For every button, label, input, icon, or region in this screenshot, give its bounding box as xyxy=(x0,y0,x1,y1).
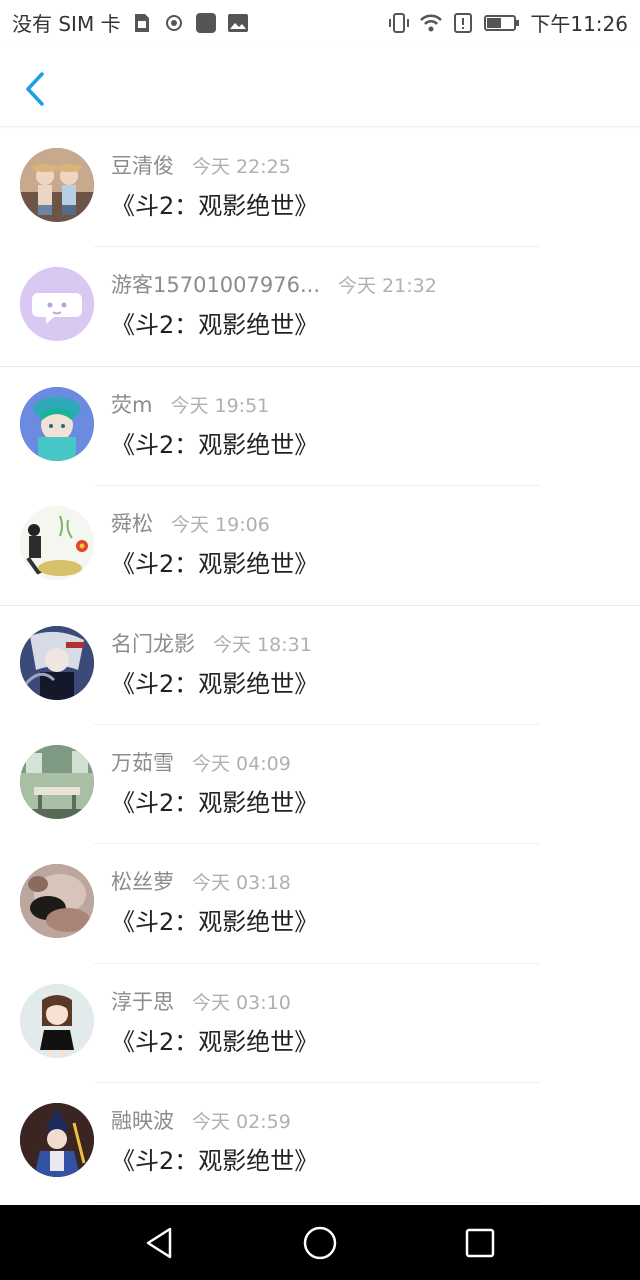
vibrate-icon xyxy=(389,12,410,33)
name-row: 舜松 今天 19:06 xyxy=(111,508,270,538)
timestamp: 今天 19:51 xyxy=(170,394,270,417)
list-item[interactable]: 舜松 今天 19:06 《斗2：观影绝世》 xyxy=(0,486,640,606)
recents-square-icon xyxy=(465,1228,495,1258)
avatar-photo-kids xyxy=(20,148,94,222)
item-title: 《斗2：观影绝世》 xyxy=(111,669,319,698)
name-row: 融映波 今天 02:59 xyxy=(111,1105,291,1135)
list-item[interactable]: 游客15701007976... 今天 21:32 《斗2：观影绝世》 xyxy=(0,247,640,367)
avatar[interactable] xyxy=(20,864,94,939)
chevron-left-icon xyxy=(26,72,44,106)
name-row: 豆清俊 今天 22:25 xyxy=(111,150,291,180)
system-nav-bar xyxy=(0,1205,640,1280)
item-title: 《斗2：观影绝世》 xyxy=(111,788,319,817)
avatar-illustration xyxy=(20,506,94,581)
app-icon xyxy=(195,12,216,33)
timestamp: 今天 18:31 xyxy=(213,633,312,656)
alert-icon xyxy=(454,12,473,33)
timestamp: 今天 02:59 xyxy=(192,1111,291,1134)
user-name[interactable]: 豆清俊 xyxy=(111,150,174,180)
name-row: 游客15701007976... 今天 21:32 xyxy=(111,269,437,299)
item-title: 《斗2：观影绝世》 xyxy=(111,1147,319,1176)
user-name[interactable]: 松丝萝 xyxy=(111,866,174,896)
avatar[interactable] xyxy=(20,506,94,581)
name-row: 名门龙影 今天 18:31 xyxy=(111,628,312,658)
timestamp: 今天 03:10 xyxy=(192,991,291,1014)
image-icon xyxy=(227,13,248,32)
name-row: 淳于思 今天 03:10 xyxy=(111,986,291,1016)
user-name[interactable]: 舜松 xyxy=(111,508,153,538)
avatar[interactable] xyxy=(20,148,94,222)
avatar[interactable] xyxy=(20,625,94,700)
back-triangle-icon xyxy=(146,1227,172,1259)
avatar-default-chat xyxy=(20,267,94,342)
sim-icon xyxy=(134,13,149,32)
user-name[interactable]: 融映波 xyxy=(111,1105,174,1135)
avatar-photo-room xyxy=(20,744,94,819)
back-button[interactable] xyxy=(20,70,50,108)
avatar-anime-mage xyxy=(20,1103,94,1178)
avatar[interactable] xyxy=(20,744,94,819)
nav-back-button[interactable] xyxy=(140,1223,180,1263)
status-right: 下午11:26 xyxy=(388,8,628,37)
item-title: 《斗2：观影绝世》 xyxy=(111,908,319,937)
home-circle-icon xyxy=(303,1226,337,1260)
timestamp: 今天 19:06 xyxy=(171,514,270,537)
timestamp: 今天 03:18 xyxy=(192,872,291,895)
item-title: 《斗2：观影绝世》 xyxy=(111,192,319,220)
top-app-bar xyxy=(0,44,640,126)
clock: 下午11:26 xyxy=(530,12,628,36)
item-title: 《斗2：观影绝世》 xyxy=(111,1027,319,1056)
carrier-text: 没有 SIM 卡 xyxy=(12,12,121,36)
status-left: 没有 SIM 卡 xyxy=(12,8,249,37)
user-name[interactable]: 荧m xyxy=(111,389,152,419)
wifi-icon xyxy=(420,14,443,31)
nav-home-button[interactable] xyxy=(300,1223,340,1263)
avatar[interactable] xyxy=(20,386,94,461)
avatar[interactable] xyxy=(20,1103,94,1178)
list-item[interactable]: 淳于思 今天 03:10 《斗2：观影绝世》 xyxy=(0,964,640,1084)
avatar-anime-dark xyxy=(20,625,94,700)
list-item[interactable]: 松丝萝 今天 03:18 《斗2：观影绝世》 xyxy=(0,844,640,964)
timestamp: 今天 04:09 xyxy=(192,752,291,775)
user-name[interactable]: 淳于思 xyxy=(111,986,174,1016)
avatar-photo-blur xyxy=(20,864,94,939)
list-item[interactable]: 融映波 今天 02:59 《斗2：观影绝世》 xyxy=(0,1083,640,1203)
avatar-cartoon-girl xyxy=(20,983,94,1058)
list-item[interactable]: 名门龙影 今天 18:31 《斗2：观影绝世》 xyxy=(0,606,640,725)
list-item[interactable]: 豆清俊 今天 22:25 《斗2：观影绝世》 xyxy=(0,128,640,248)
name-row: 荧m 今天 19:51 xyxy=(111,389,269,419)
timestamp: 今天 22:25 xyxy=(192,156,291,178)
user-name[interactable]: 万茹雪 xyxy=(111,747,174,777)
status-bar: 没有 SIM 卡 下午11:26 xyxy=(0,0,640,44)
user-name[interactable]: 游客15701007976... xyxy=(111,269,320,299)
item-title: 《斗2：观影绝世》 xyxy=(111,550,319,579)
battery-icon xyxy=(484,14,520,31)
user-name[interactable]: 名门龙影 xyxy=(111,628,195,658)
item-title: 《斗2：观影绝世》 xyxy=(111,311,319,340)
timestamp: 今天 21:32 xyxy=(338,275,437,298)
item-title: 《斗2：观影绝世》 xyxy=(111,430,319,459)
avatar[interactable] xyxy=(20,983,94,1058)
divider xyxy=(94,1201,540,1203)
comment-list: 豆清俊 今天 22:25 《斗2：观影绝世》 游客15701007976... … xyxy=(0,128,640,1203)
hotspot-icon xyxy=(165,14,182,31)
list-item[interactable]: 万茹雪 今天 04:09 《斗2：观影绝世》 xyxy=(0,725,640,845)
list-item[interactable]: 荧m 今天 19:51 《斗2：观影绝世》 xyxy=(0,367,640,487)
name-row: 万茹雪 今天 04:09 xyxy=(111,747,291,777)
avatar-anime-girl xyxy=(20,386,94,461)
name-row: 松丝萝 今天 03:18 xyxy=(111,866,291,896)
nav-recents-button[interactable] xyxy=(460,1223,500,1263)
avatar[interactable] xyxy=(20,267,94,342)
